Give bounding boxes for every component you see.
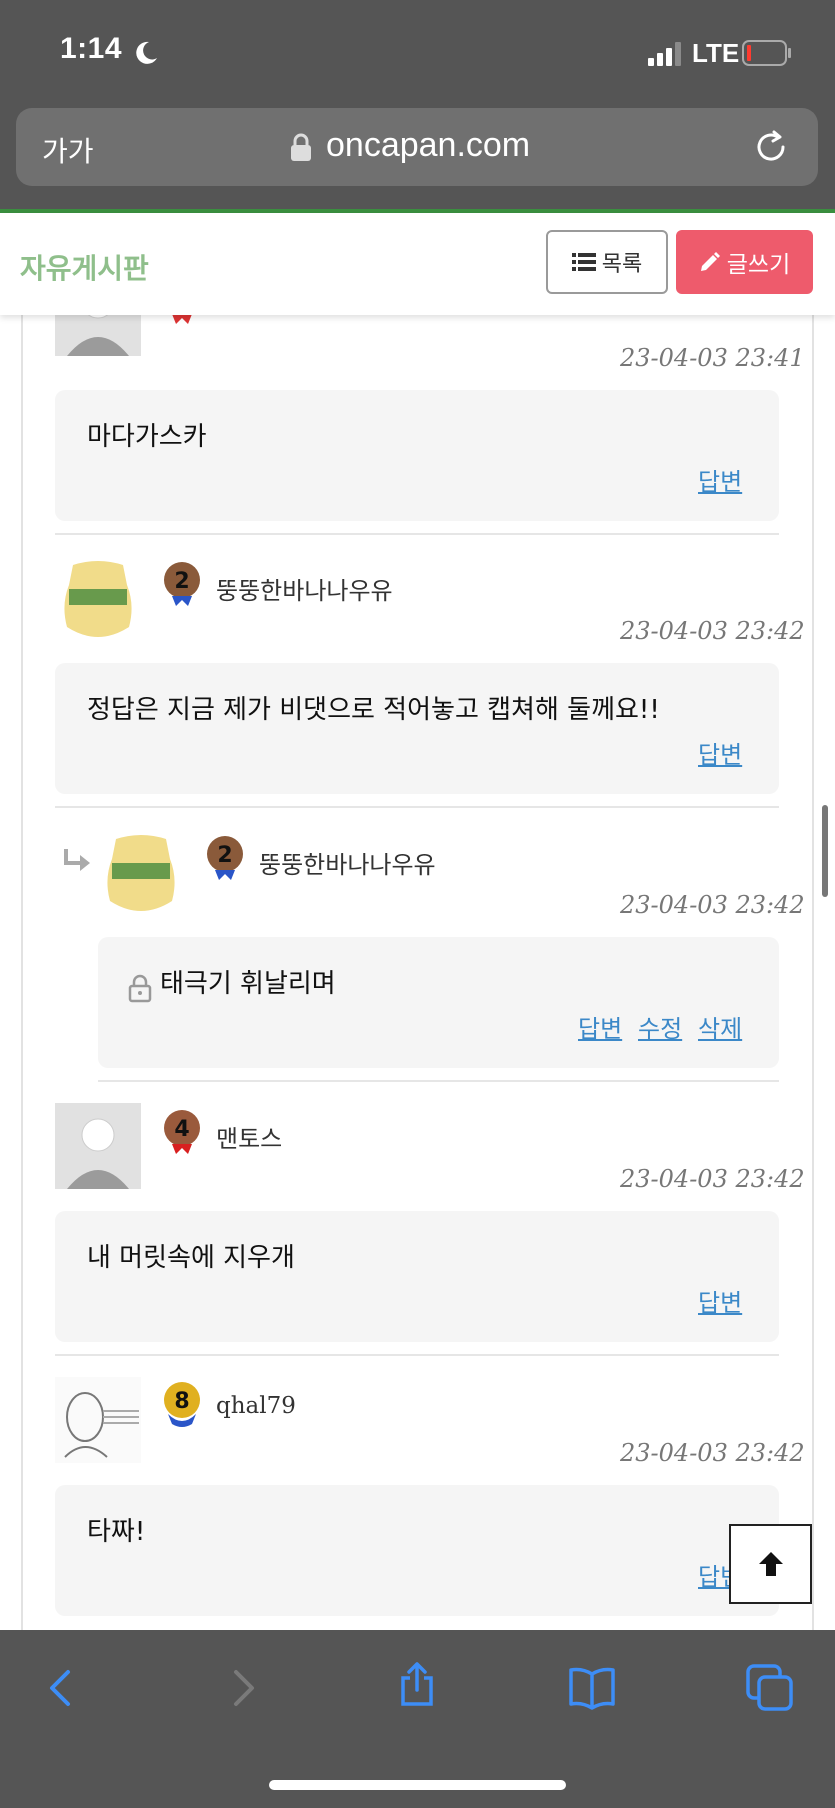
reply-link[interactable]: 답변 bbox=[578, 1009, 622, 1044]
scroll-to-top-button[interactable] bbox=[729, 1524, 812, 1604]
svg-text:8: 8 bbox=[174, 1389, 189, 1414]
back-icon[interactable] bbox=[38, 1664, 86, 1712]
browser-top-chrome: 1:14 LTE 가가 oncapan.com bbox=[0, 0, 835, 210]
comment-date: 23-04-03 23:42 bbox=[620, 1165, 805, 1193]
level-badge-icon: 4 bbox=[164, 1110, 200, 1154]
comment-bubble: 마다가스카 답변 bbox=[55, 390, 779, 521]
avatar bbox=[98, 829, 184, 915]
reload-icon[interactable] bbox=[750, 126, 792, 168]
comment-bubble: 내 머릿속에 지우개 답변 bbox=[55, 1211, 779, 1342]
comment-date: 23-04-03 23:41 bbox=[620, 344, 805, 372]
forward-icon[interactable] bbox=[218, 1664, 266, 1712]
comment-text: 태극기 휘날리며 bbox=[160, 969, 336, 999]
comment-separator bbox=[98, 1080, 779, 1082]
comment-bubble: 태극기 휘날리며 답변 수정 삭제 bbox=[98, 937, 779, 1068]
lock-icon bbox=[291, 133, 311, 161]
svg-text:4: 4 bbox=[174, 1117, 189, 1142]
bookmarks-icon[interactable] bbox=[568, 1664, 616, 1712]
text-size-button[interactable]: 가가 bbox=[42, 130, 94, 170]
comment-date: 23-04-03 23:42 bbox=[620, 617, 805, 645]
secret-lock-icon bbox=[128, 974, 152, 1003]
delete-link[interactable]: 삭제 bbox=[698, 1009, 742, 1044]
comment-date: 23-04-03 23:42 bbox=[620, 891, 805, 919]
moon-icon bbox=[136, 41, 157, 64]
comment-nickname[interactable]: 뚱뚱한바나나우유 bbox=[216, 571, 393, 606]
reply-link[interactable]: 답변 bbox=[698, 462, 742, 497]
comment-nickname[interactable]: qhal79 bbox=[216, 1393, 296, 1419]
reply-link[interactable]: 답변 bbox=[698, 735, 742, 770]
level-badge-icon: 2 bbox=[164, 562, 200, 606]
comment-text: 정답은 지금 제가 비댓으로 적어놓고 캡쳐해 둘께요!! bbox=[87, 695, 660, 725]
arrow-up-icon bbox=[758, 1552, 783, 1576]
status-time: 1:14 bbox=[60, 32, 123, 65]
comment-separator bbox=[55, 1354, 779, 1356]
page-scrollbar[interactable] bbox=[822, 805, 828, 897]
pencil-icon bbox=[700, 252, 720, 271]
address-bar[interactable]: 가가 oncapan.com bbox=[16, 108, 818, 186]
svg-text:2: 2 bbox=[217, 843, 232, 868]
comment-bubble: 타짜! 답변 bbox=[55, 1485, 779, 1616]
tabs-icon[interactable] bbox=[746, 1664, 794, 1712]
board-header: 자유게시판 목록 글쓰기 bbox=[0, 213, 835, 315]
network-label: LTE bbox=[692, 38, 740, 68]
level-badge-icon: 8 bbox=[164, 1382, 200, 1427]
svg-text:2: 2 bbox=[174, 569, 189, 594]
avatar bbox=[55, 1103, 141, 1189]
comment-date: 23-04-03 23:42 bbox=[620, 1439, 805, 1467]
comment-bubble: 정답은 지금 제가 비댓으로 적어놓고 캡쳐해 둘께요!! 답변 bbox=[55, 663, 779, 794]
comment-separator bbox=[55, 533, 779, 535]
list-button-label: 목록 bbox=[601, 252, 643, 277]
battery-icon bbox=[742, 40, 791, 66]
avatar bbox=[55, 555, 141, 641]
level-badge-icon: 2 bbox=[207, 836, 243, 880]
comment-separator bbox=[55, 806, 779, 808]
write-button-label: 글쓰기 bbox=[726, 252, 791, 278]
write-button[interactable]: 글쓰기 bbox=[676, 230, 813, 294]
comment-nickname[interactable]: 맨토스 bbox=[216, 1119, 282, 1154]
url-text[interactable]: oncapan.com bbox=[326, 126, 530, 165]
comment-text: 마다가스카 bbox=[87, 422, 207, 452]
reply-arrow-icon bbox=[64, 849, 90, 871]
comment-list: 23-04-03 23:41 마다가스카 답변 2 뚱뚱한바나나우유 23-04… bbox=[0, 300, 835, 1630]
list-icon bbox=[571, 253, 596, 271]
signal-icon bbox=[648, 42, 681, 66]
comment-text: 내 머릿속에 지우개 bbox=[87, 1243, 295, 1273]
reply-link[interactable]: 답변 bbox=[698, 1283, 742, 1318]
comment-text: 타짜! bbox=[87, 1517, 146, 1547]
list-button[interactable]: 목록 bbox=[546, 230, 668, 294]
home-indicator bbox=[269, 1780, 566, 1790]
share-icon[interactable] bbox=[393, 1660, 441, 1708]
avatar bbox=[55, 1377, 141, 1463]
edit-link[interactable]: 수정 bbox=[638, 1009, 682, 1044]
board-title[interactable]: 자유게시판 bbox=[20, 247, 149, 287]
comment-nickname[interactable]: 뚱뚱한바나나우유 bbox=[259, 845, 436, 880]
